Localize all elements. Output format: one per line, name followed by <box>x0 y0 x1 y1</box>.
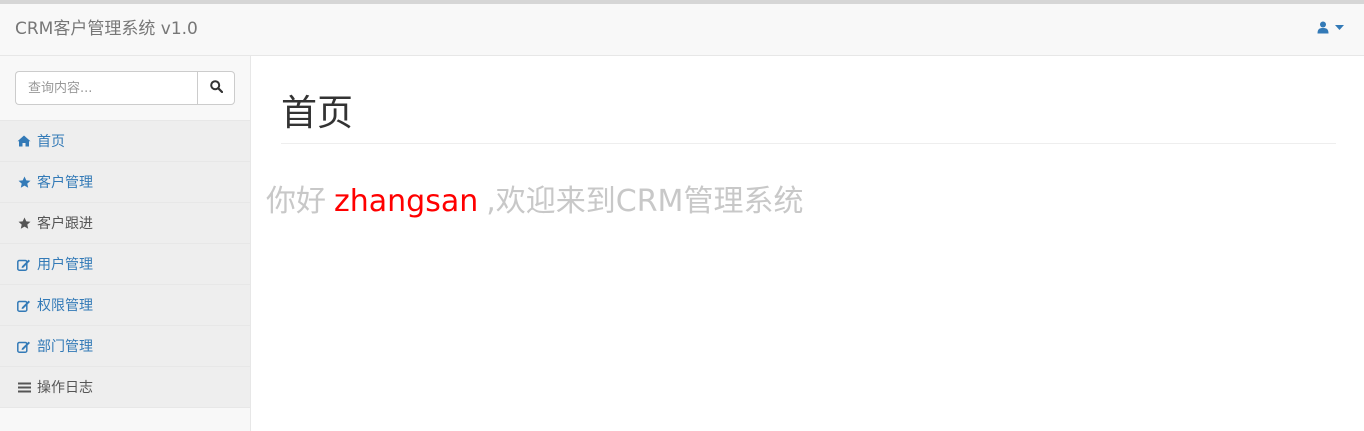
caret-down-icon <box>1335 25 1344 30</box>
welcome-suffix: ,欢迎来到CRM管理系统 <box>486 184 804 219</box>
list-icon <box>17 380 31 394</box>
user-icon <box>1317 21 1329 34</box>
sidebar-item-label: 部门管理 <box>37 339 93 355</box>
sidebar-item-home[interactable]: 首页 <box>0 121 250 162</box>
sidebar-item-users[interactable]: 用户管理 <box>0 244 250 285</box>
sidebar-item-permissions[interactable]: 权限管理 <box>0 285 250 326</box>
sidebar-item-label: 操作日志 <box>37 380 93 396</box>
search-input[interactable] <box>15 71 197 105</box>
welcome-message: 你好 zhangsan ,欢迎来到CRM管理系统 <box>266 182 803 222</box>
page-header: 首页 <box>281 94 1336 144</box>
edit-icon <box>17 339 31 353</box>
sidebar-item-label: 用户管理 <box>37 257 93 273</box>
sidebar-menu: 首页 客户管理 客户跟进 用户管理 权限管理 部门管理 操作日志 <box>0 120 250 408</box>
user-menu-toggle[interactable] <box>1317 21 1344 34</box>
sidebar-search <box>15 71 235 105</box>
sidebar-item-customers[interactable]: 客户管理 <box>0 162 250 203</box>
edit-icon <box>17 298 31 312</box>
home-icon <box>17 134 31 148</box>
sidebar-item-logs[interactable]: 操作日志 <box>0 367 250 408</box>
sidebar-item-label: 权限管理 <box>37 298 93 314</box>
sidebar-item-followup[interactable]: 客户跟进 <box>0 203 250 244</box>
sidebar-item-departments[interactable]: 部门管理 <box>0 326 250 367</box>
star-icon <box>17 175 31 189</box>
search-button[interactable] <box>197 71 235 105</box>
app-brand[interactable]: CRM客户管理系统 v1.0 <box>15 19 198 39</box>
edit-icon <box>17 257 31 271</box>
sidebar-item-label: 首页 <box>37 134 65 150</box>
sidebar-item-label: 客户管理 <box>37 175 93 191</box>
sidebar: 首页 客户管理 客户跟进 <box>0 56 251 431</box>
welcome-prefix: 你好 <box>266 184 326 219</box>
search-icon <box>209 79 223 97</box>
sidebar-item-label: 客户跟进 <box>37 216 93 232</box>
welcome-username: zhangsan <box>334 184 479 219</box>
page-title: 首页 <box>281 93 354 134</box>
star-icon <box>17 216 31 230</box>
top-navbar: CRM客户管理系统 v1.0 <box>0 0 1364 56</box>
main-content: 首页 你好 zhangsan ,欢迎来到CRM管理系统 <box>251 56 1364 431</box>
